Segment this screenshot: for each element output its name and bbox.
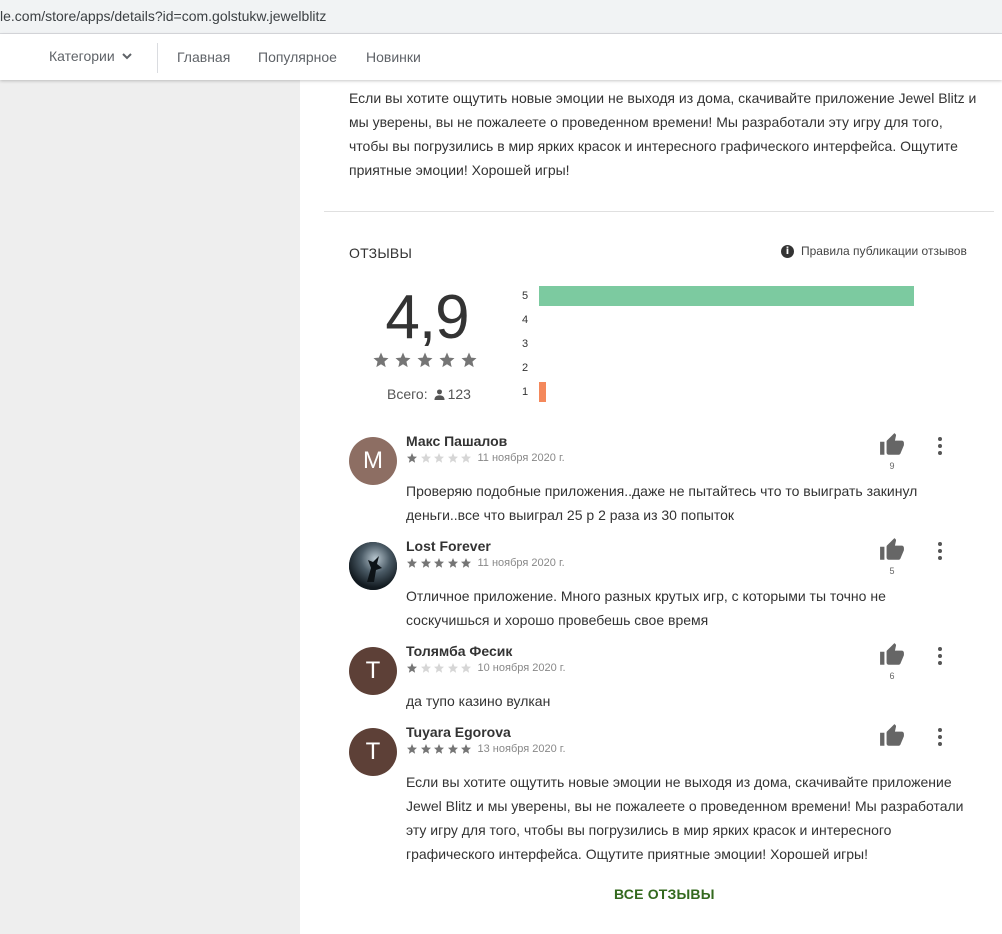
histogram-label: 2 <box>522 362 529 374</box>
section-divider <box>324 211 994 212</box>
rating-star-icon <box>373 352 389 368</box>
review-author: Толямба Фесик <box>406 643 513 659</box>
review-star-icon <box>420 663 431 673</box>
review-meta: 13 ноября 2020 г. <box>406 743 566 755</box>
all-reviews-button[interactable]: ВСЕ ОТЗЫВЫ <box>614 886 715 902</box>
total-count: 123 <box>447 386 471 402</box>
review-star-icon <box>407 744 417 754</box>
person-icon <box>434 388 445 400</box>
review-star-icon <box>461 663 471 673</box>
review-rules-link[interactable]: i Правила публикации отзывов <box>781 244 967 258</box>
chevron-down-icon <box>121 53 132 60</box>
review-star-icon <box>447 744 458 754</box>
nav-divider <box>157 43 158 73</box>
review-author: Lost Forever <box>406 538 491 554</box>
nav-link-home[interactable]: Главная <box>177 49 230 65</box>
review-star-icon <box>420 744 431 754</box>
rating-star-icon <box>439 352 455 368</box>
avatar[interactable] <box>349 542 397 590</box>
review-star-icon <box>407 558 417 568</box>
more-options-icon[interactable] <box>935 726 945 748</box>
reviews-title: ОТЗЫВЫ <box>349 245 413 261</box>
thumbs-up-icon[interactable] <box>879 537 905 563</box>
average-rating-stars <box>372 351 482 369</box>
helpful-count: 5 <box>889 566 895 576</box>
nav-link-new[interactable]: Новинки <box>366 49 421 65</box>
thumbs-up-icon[interactable] <box>879 642 905 668</box>
review-meta: 11 ноября 2020 г. <box>406 557 565 569</box>
browser-address-bar[interactable]: le.com/store/apps/details?id=com.golstuk… <box>0 0 1002 34</box>
review-star-icon <box>461 744 471 754</box>
review-rules-label: Правила публикации отзывов <box>801 244 967 258</box>
review-text: Если вы хотите ощутить новые эмоции не в… <box>406 774 964 862</box>
histogram-label: 4 <box>522 314 529 326</box>
review-star-icon <box>407 453 417 463</box>
review-meta: 11 ноября 2020 г. <box>406 452 565 464</box>
more-options-icon[interactable] <box>935 435 945 457</box>
info-icon: i <box>781 244 794 258</box>
more-options-icon[interactable] <box>935 645 945 667</box>
categories-label: Категории <box>49 48 115 64</box>
avatar[interactable]: M <box>349 437 397 485</box>
rating-star-icon <box>461 352 477 368</box>
review-star-icon <box>461 558 471 568</box>
more-options-icon[interactable] <box>935 540 945 562</box>
review-date: 10 ноября 2020 г. <box>477 662 566 674</box>
helpful-count: 9 <box>889 461 895 471</box>
total-label: Всего: <box>387 386 428 402</box>
review-star-icon <box>434 558 444 568</box>
url-text[interactable]: le.com/store/apps/details?id=com.golstuk… <box>0 8 326 24</box>
review-star-icon <box>434 744 444 754</box>
histogram-label: 3 <box>522 338 529 350</box>
review-star-icon <box>447 453 458 463</box>
thumbs-up-icon[interactable] <box>879 723 905 749</box>
review-date: 11 ноября 2020 г. <box>477 557 565 569</box>
rating-star-icon <box>417 352 433 368</box>
app-description: Если вы хотите ощутить новые эмоции не в… <box>349 90 977 178</box>
avatar[interactable]: T <box>349 728 397 776</box>
categories-dropdown[interactable]: Категории <box>49 48 133 64</box>
rating-star-icon <box>395 352 411 368</box>
review-star-icon <box>420 558 431 568</box>
review-star-icon <box>461 453 471 463</box>
left-gutter <box>0 80 300 934</box>
helpful-count: 6 <box>889 671 895 681</box>
review-star-icon <box>407 663 417 673</box>
review-star-icon <box>447 558 458 568</box>
histogram-label: 5 <box>522 290 529 302</box>
review-text: Отличное приложение. Много разных крутых… <box>406 588 886 628</box>
histogram-bar <box>539 286 914 306</box>
review-author: Макс Пашалов <box>406 433 508 449</box>
review-meta: 10 ноября 2020 г. <box>406 662 566 674</box>
review-date: 13 ноября 2020 г. <box>477 743 566 755</box>
review-text: да тупо казино вулкан <box>406 693 551 709</box>
nav-link-popular[interactable]: Популярное <box>258 49 337 65</box>
review-star-icon <box>447 663 458 673</box>
top-navigation: Категории Главная Популярное Новинки <box>0 34 1002 80</box>
histogram-bar <box>539 382 546 402</box>
average-rating: 4,9 <box>385 283 469 352</box>
avatar[interactable]: T <box>349 647 397 695</box>
total-ratings: Всего: 123 <box>387 386 471 402</box>
review-star-icon <box>434 453 444 463</box>
review-text: Проверяю подобные приложения..даже не пы… <box>406 483 918 523</box>
review-date: 11 ноября 2020 г. <box>477 452 565 464</box>
review-star-icon <box>420 453 431 463</box>
review-star-icon <box>434 663 444 673</box>
review-author: Tuyara Egorova <box>406 724 511 740</box>
thumbs-up-icon[interactable] <box>879 432 905 458</box>
histogram-label: 1 <box>522 386 529 398</box>
